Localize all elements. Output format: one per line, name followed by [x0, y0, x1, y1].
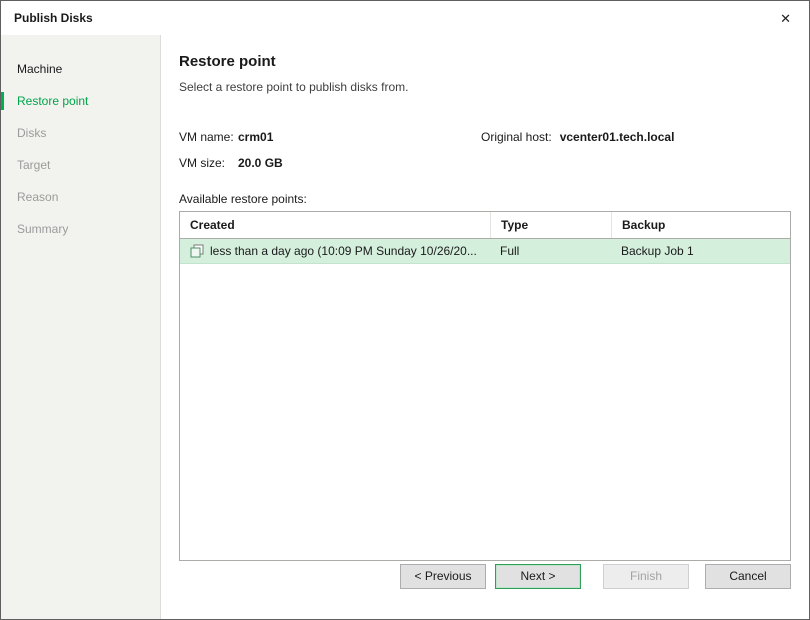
sidebar-item-label: Machine [17, 62, 63, 76]
vm-size-label: VM size: [179, 156, 226, 170]
title-bar: Publish Disks ✕ [1, 1, 809, 35]
sidebar-item-label: Reason [17, 190, 59, 204]
original-host-value: vcenter01.tech.local [559, 130, 675, 144]
finish-button: Finish [603, 563, 689, 589]
restore-points-table-header: Created Type Backup [180, 212, 790, 239]
sidebar-item-target[interactable]: Target [1, 149, 160, 181]
restore-points-table-label: Available restore points: [179, 192, 307, 206]
original-host-label: Original host: [481, 130, 552, 144]
restore-point-created-cell: less than a day ago (10:09 PM Sunday 10/… [180, 244, 490, 258]
next-button[interactable]: Next > [495, 563, 581, 589]
sidebar-item-label: Restore point [17, 94, 89, 108]
close-icon[interactable]: ✕ [776, 10, 795, 27]
publish-disks-dialog: Publish Disks ✕ Machine Restore point Di… [0, 0, 810, 620]
previous-button[interactable]: < Previous [400, 563, 486, 589]
sidebar-item-restore-point[interactable]: Restore point [1, 85, 160, 117]
sidebar-item-machine[interactable]: Machine [1, 53, 160, 85]
sidebar-item-label: Target [17, 158, 51, 172]
restore-point-row[interactable]: less than a day ago (10:09 PM Sunday 10/… [180, 239, 790, 264]
column-header-type[interactable]: Type [490, 212, 611, 238]
vm-info-row-1: VM name: crm01 Original host: vcenter01.… [179, 130, 791, 144]
sidebar-item-reason[interactable]: Reason [1, 181, 160, 213]
restore-point-icon [190, 244, 204, 258]
vm-info-row-2: VM size: 20.0 GB [179, 156, 791, 170]
dialog-body: Machine Restore point Disks Target Reaso… [1, 35, 809, 619]
cancel-button[interactable]: Cancel [705, 563, 791, 589]
column-header-backup[interactable]: Backup [611, 212, 790, 238]
vm-name-value: crm01 [238, 130, 274, 144]
vm-name-label: VM name: [179, 130, 234, 144]
wizard-page-content: Restore point Select a restore point to … [161, 35, 809, 619]
sidebar-item-disks[interactable]: Disks [1, 117, 160, 149]
window-title: Publish Disks [14, 11, 93, 25]
column-header-created[interactable]: Created [180, 212, 490, 238]
restore-point-backup-cell: Backup Job 1 [621, 244, 694, 258]
vm-size-value: 20.0 GB [238, 156, 283, 170]
restore-points-table: Created Type Backup less than a day ago … [179, 211, 791, 561]
wizard-footer: < Previous Next > Finish Cancel [179, 561, 791, 605]
sidebar-item-summary[interactable]: Summary [1, 213, 160, 245]
sidebar-item-label: Disks [17, 126, 47, 140]
sidebar-item-label: Summary [17, 222, 69, 236]
restore-point-created-text: less than a day ago (10:09 PM Sunday 10/… [210, 244, 477, 258]
vm-info-fields: VM name: crm01 Original host: vcenter01.… [179, 130, 791, 182]
page-subtitle: Select a restore point to publish disks … [179, 80, 409, 94]
restore-point-type-cell: Full [500, 244, 520, 258]
wizard-steps-sidebar: Machine Restore point Disks Target Reaso… [1, 35, 161, 619]
page-title: Restore point [179, 53, 276, 70]
